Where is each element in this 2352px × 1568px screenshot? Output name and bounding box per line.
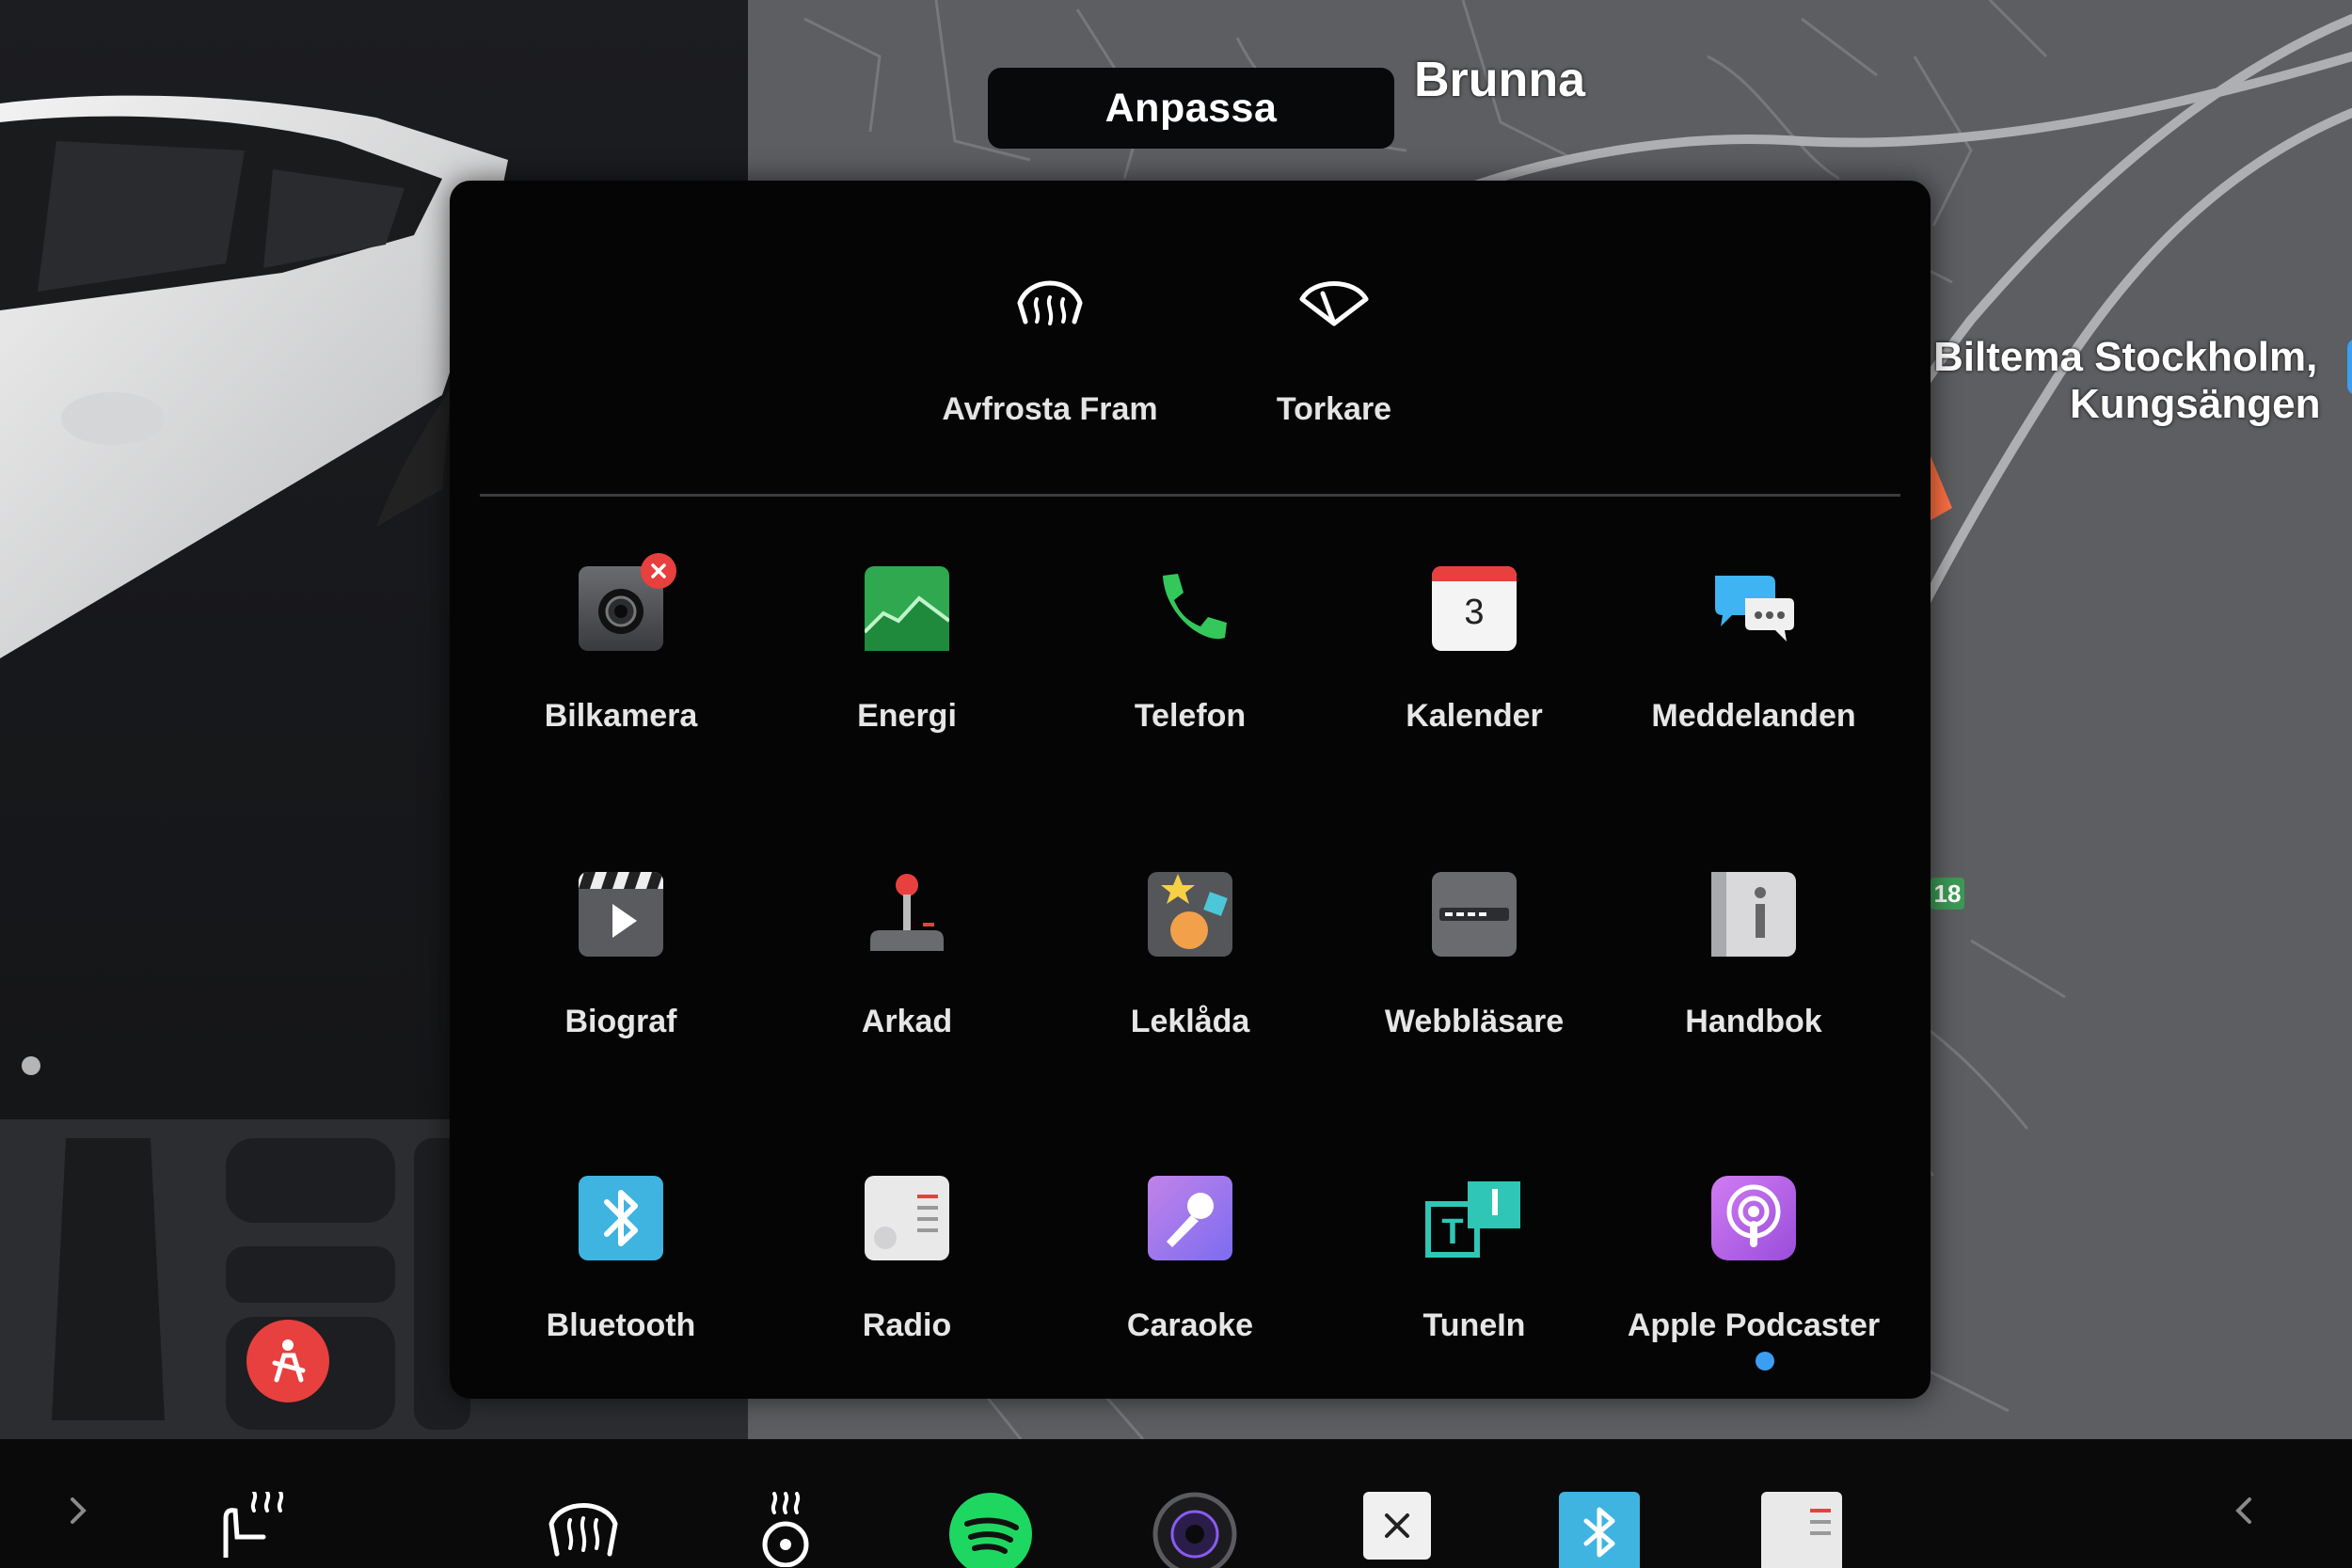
app-label: Webbläsare xyxy=(1384,1004,1565,1039)
front-defrost-label: Avfrosta Fram xyxy=(942,391,1158,427)
app-label: Telefon xyxy=(1134,698,1247,734)
app-telefon[interactable]: Telefon xyxy=(1049,566,1331,735)
phone-icon xyxy=(1148,566,1232,651)
map-poi-label-line2[interactable]: Kungsängen xyxy=(2070,381,2320,428)
app-arkad[interactable]: Arkad xyxy=(766,872,1048,1040)
app-tunein[interactable]: T TuneIn xyxy=(1333,1176,1615,1344)
bluetooth-icon[interactable] xyxy=(1557,1492,1642,1568)
joystick-icon xyxy=(865,872,949,957)
energy-chart-icon xyxy=(863,566,951,651)
volume-icon[interactable] xyxy=(2324,1492,2352,1568)
front-defrost-icon xyxy=(1017,280,1083,325)
app-bilkamera[interactable]: Bilkamera xyxy=(480,553,762,735)
tunein-icon: T xyxy=(1425,1176,1520,1260)
messages-icon xyxy=(1711,566,1796,651)
app-label: Biograf xyxy=(564,1004,677,1039)
app-label: Handbok xyxy=(1685,1004,1822,1039)
podcast-icon xyxy=(1711,1176,1796,1260)
app-handbok[interactable]: Handbok xyxy=(1613,872,1895,1040)
page-indicator-dot xyxy=(1756,1352,1774,1370)
radio-icon xyxy=(865,1176,949,1260)
radio-icon[interactable] xyxy=(1759,1492,1844,1568)
calendar-day: 3 xyxy=(1464,593,1485,632)
app-kalender[interactable]: 3 Kalender xyxy=(1333,566,1615,735)
app-label: Radio xyxy=(862,1307,952,1343)
app-label: Caraoke xyxy=(1126,1307,1254,1343)
app-radio[interactable]: Radio xyxy=(766,1176,1048,1344)
browser-icon xyxy=(1432,872,1517,957)
steering-wheel-heat-icon[interactable] xyxy=(743,1492,828,1568)
app-caraoke[interactable]: Caraoke xyxy=(1049,1176,1331,1344)
wipers-label: Torkare xyxy=(1276,391,1392,427)
route-number-badge: 18 xyxy=(1931,878,1964,910)
app-label: TuneIn xyxy=(1422,1307,1526,1343)
app-label: Apple Podcaster xyxy=(1627,1307,1881,1343)
bluetooth-icon xyxy=(579,1176,663,1260)
microphone-icon xyxy=(1148,1176,1232,1260)
app-webblasare[interactable]: Webbläsare xyxy=(1333,872,1615,1040)
app-launcher-panel: Avfrosta Fram Torkare Bilkamera Energi T… xyxy=(450,181,1931,1399)
chevron-left-icon[interactable] xyxy=(2201,1492,2286,1568)
section-divider xyxy=(480,494,1900,497)
chevron-right-icon[interactable] xyxy=(36,1492,120,1568)
app-label: Kalender xyxy=(1406,698,1543,734)
toybox-icon xyxy=(1148,872,1232,957)
customize-title: Anpassa xyxy=(988,68,1394,149)
app-label: Bilkamera xyxy=(544,698,698,734)
seatbelt-warning-icon[interactable] xyxy=(246,1320,329,1402)
quick-controls-row: Avfrosta Fram Torkare xyxy=(450,181,1931,496)
camera-icon xyxy=(579,553,676,651)
app-energi[interactable]: Energi xyxy=(766,566,1048,735)
app-apple-podcaster[interactable]: Apple Podcaster xyxy=(1613,1176,1895,1344)
app-meddelanden[interactable]: Meddelanden xyxy=(1613,566,1895,735)
app-biograf[interactable]: Biograf xyxy=(480,872,762,1040)
clapperboard-icon xyxy=(579,872,663,957)
front-defrost-icon[interactable] xyxy=(541,1492,626,1568)
bottom-dock xyxy=(0,1439,2352,1568)
map-poi-label[interactable]: Biltema Stockholm, xyxy=(1933,334,2317,381)
app-label: Arkad xyxy=(861,1004,953,1039)
wiper-icon xyxy=(1299,281,1369,326)
remove-badge-icon[interactable] xyxy=(641,553,676,589)
camera-icon[interactable] xyxy=(1152,1492,1237,1568)
app-bluetooth[interactable]: Bluetooth xyxy=(480,1176,762,1344)
svg-text:T: T xyxy=(1441,1212,1463,1252)
app-label: Energi xyxy=(857,698,957,734)
map-place-label: Brunna xyxy=(1414,53,1585,107)
spotify-icon[interactable] xyxy=(948,1492,1033,1568)
app-label: Leklåda xyxy=(1130,1004,1250,1039)
app-label: Bluetooth xyxy=(546,1307,696,1343)
app-label: Meddelanden xyxy=(1651,698,1856,734)
wipers-control[interactable]: Torkare xyxy=(1193,265,1475,428)
close-icon[interactable] xyxy=(1355,1492,1439,1568)
left-panel-page-dot xyxy=(22,1056,40,1075)
manual-icon xyxy=(1711,872,1796,957)
front-defrost-control[interactable]: Avfrosta Fram xyxy=(909,265,1191,428)
calendar-icon: 3 xyxy=(1432,566,1517,651)
app-leklada[interactable]: Leklåda xyxy=(1049,872,1331,1040)
seat-heater-icon[interactable] xyxy=(216,1492,301,1568)
